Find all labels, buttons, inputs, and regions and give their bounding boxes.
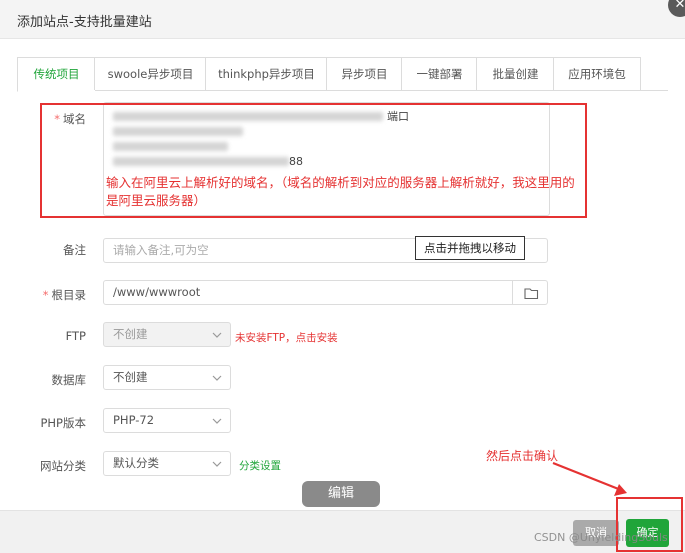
tab-bar: 传统项目 swoole异步项目 thinkphp异步项目 异步项目 一键部署 批… <box>17 57 668 92</box>
remark-label: 备注 <box>63 243 86 257</box>
dialog-titlebar: 添加站点-支持批量建站 <box>0 0 685 39</box>
category-settings-link[interactable]: 分类设置 <box>239 458 281 473</box>
edit-overlay-button[interactable]: 编辑 <box>302 481 380 507</box>
tab-one-click-deploy[interactable]: 一键部署 <box>401 57 477 90</box>
folder-picker-button[interactable] <box>512 280 548 305</box>
php-label: PHP版本 <box>40 416 86 430</box>
database-label: 数据库 <box>51 373 87 387</box>
database-select[interactable]: 不创建 <box>103 365 231 390</box>
category-select[interactable]: 默认分类 <box>103 451 231 476</box>
tab-app-env[interactable]: 应用环境包 <box>553 57 641 90</box>
annotation-domain-note: 输入在阿里云上解析好的域名，（域名的解析到对应的服务器上解析就好，我这里用的是阿… <box>106 175 575 208</box>
tab-thinkphp[interactable]: thinkphp异步项目 <box>205 57 327 90</box>
folder-icon <box>524 288 539 300</box>
chevron-down-icon <box>212 332 222 338</box>
database-select-value: 不创建 <box>113 370 148 384</box>
annotation-confirm-hint: 然后点击确认 <box>486 449 559 463</box>
tab-traditional[interactable]: 传统项目 <box>17 57 95 92</box>
tab-batch-create[interactable]: 批量创建 <box>476 57 554 90</box>
chevron-down-icon <box>212 461 222 467</box>
ftp-select: 不创建 <box>103 322 231 347</box>
category-select-value: 默认分类 <box>113 456 159 470</box>
root-label: * 根目录 <box>42 288 86 302</box>
tab-swoole[interactable]: swoole异步项目 <box>94 57 206 90</box>
ftp-label: FTP <box>65 329 86 343</box>
watermark-text: CSDN @UnyieldingSouls <box>534 531 668 544</box>
php-version-select[interactable]: PHP-72 <box>103 408 231 433</box>
dialog-title: 添加站点-支持批量建站 <box>17 15 152 30</box>
ftp-install-link[interactable]: 未安装FTP，点击安装 <box>235 330 338 345</box>
tab-async[interactable]: 异步项目 <box>326 57 402 90</box>
ftp-select-value: 不创建 <box>113 327 148 341</box>
chevron-down-icon <box>212 418 222 424</box>
root-dir-input[interactable]: /www/wwwroot <box>103 280 513 305</box>
php-version-value: PHP-72 <box>113 413 155 427</box>
category-label: 网站分类 <box>40 459 86 473</box>
drag-tooltip: 点击并拖拽以移动 <box>415 236 525 260</box>
chevron-down-icon <box>212 375 222 381</box>
